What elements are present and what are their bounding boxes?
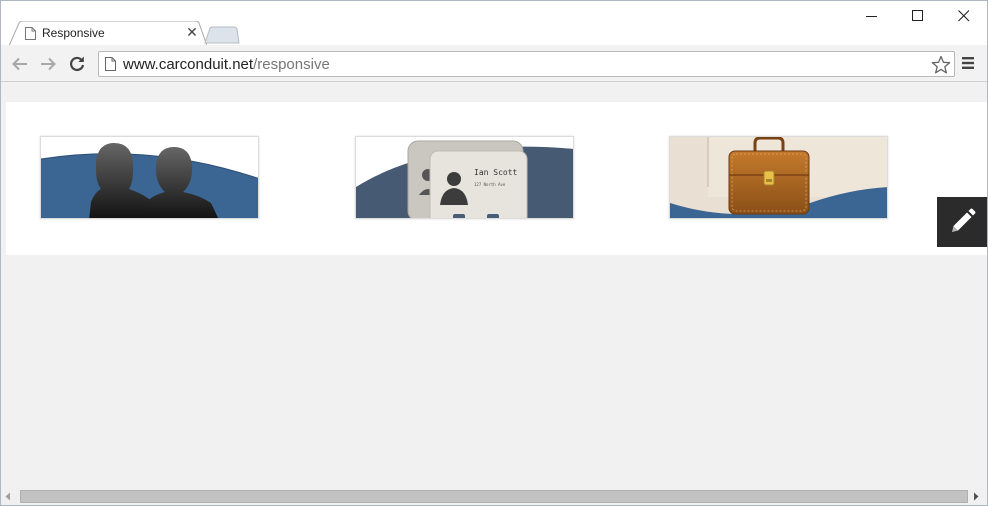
window-controls [849,1,987,31]
card-address: 127 North Ave [474,182,506,187]
briefcase-icon [670,137,887,218]
scroll-left-arrow-icon[interactable] [5,492,11,501]
minimize-icon [866,16,877,17]
thumbnail-strip: Ian Scott 127 North Ave [6,102,987,255]
minimize-button[interactable] [849,1,895,31]
url-host: www.carconduit.net [123,56,254,73]
thumbnail-contact-card[interactable]: Ian Scott 127 North Ave [355,136,574,219]
reload-icon [70,56,85,72]
back-button[interactable] [9,53,31,75]
reload-button[interactable] [66,53,88,75]
back-arrow-icon [12,57,27,71]
forward-button[interactable] [37,53,59,75]
tab-shape [9,21,207,46]
close-icon [958,10,970,22]
url-path: /responsive [253,56,330,73]
pencil-icon [952,208,976,232]
people-silhouettes-icon [41,137,258,218]
tab-title: Responsive [42,26,105,40]
page-viewport: Ian Scott 127 North Ave [1,83,987,488]
scrollbar-thumb[interactable] [20,490,968,503]
tab-responsive[interactable]: Responsive ✕ [9,21,207,46]
page-icon [25,27,36,40]
thumbnail-people[interactable] [40,136,259,219]
close-tab-icon[interactable]: ✕ [185,24,199,40]
contact-card-icon: Ian Scott 127 North Ave [356,137,573,218]
edit-button[interactable] [937,197,987,247]
maximize-button[interactable] [895,1,941,31]
tab-strip: Responsive ✕ [1,1,987,46]
url-text[interactable]: www.carconduit.net/responsive [123,56,330,73]
browser-toolbar: www.carconduit.net/responsive [1,45,987,82]
forward-arrow-icon [41,57,56,71]
browser-window: Responsive ✕ www.carconduit.net/responsi… [0,0,988,506]
card-name: Ian Scott [474,168,518,177]
new-tab-button[interactable] [204,26,240,44]
page-icon [105,57,116,71]
hamburger-menu-icon[interactable] [961,56,975,70]
address-bar[interactable]: www.carconduit.net/responsive [98,51,955,77]
star-icon[interactable] [931,55,951,75]
scroll-right-arrow-icon[interactable] [973,492,979,501]
horizontal-scrollbar[interactable] [1,488,987,505]
thumbnail-briefcase[interactable] [669,136,888,219]
close-button[interactable] [941,1,987,31]
maximize-icon [912,10,923,21]
